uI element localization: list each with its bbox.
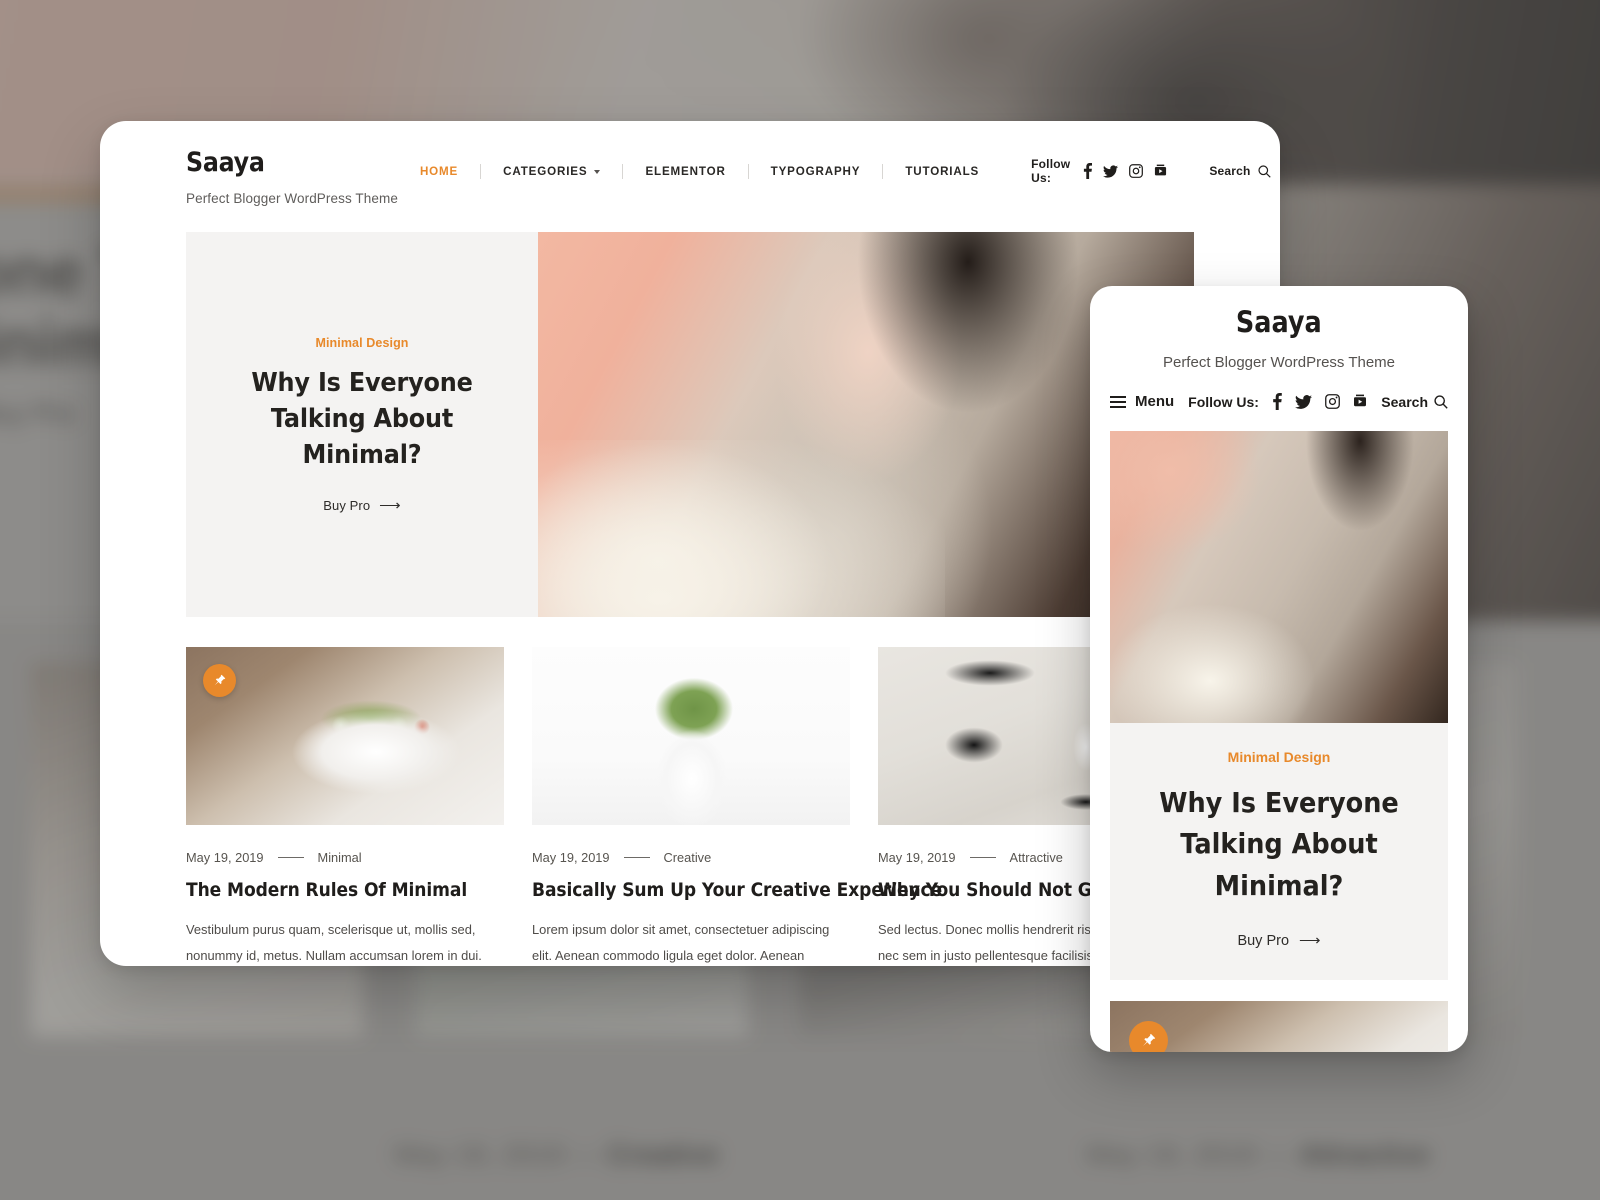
mobile-preview-window: Saaya Perfect Blogger WordPress Theme Me… <box>1090 286 1468 1052</box>
nav-item-categories[interactable]: CATEGORIES <box>481 165 622 178</box>
chevron-down-icon <box>594 170 601 174</box>
post-title[interactable]: Basically Sum Up Your Creative Experienc… <box>532 879 942 901</box>
youtube-icon[interactable] <box>1154 164 1167 178</box>
mobile-hero-title-line2: Minimal? <box>1214 869 1344 902</box>
mobile-buy-pro-button[interactable]: Buy Pro ⟶ <box>1237 933 1320 949</box>
site-header: Saaya Perfect Blogger WordPress Theme HO… <box>100 121 1280 206</box>
instagram-icon[interactable] <box>1129 164 1144 178</box>
hero-title[interactable]: Why Is Everyone Talking About Minimal? <box>224 366 500 474</box>
post-date: May 19, 2019 <box>186 850 264 865</box>
mobile-follow-block: Follow Us: <box>1188 393 1367 410</box>
post-grid: May 19, 2019 Minimal The Modern Rules Of… <box>186 647 1232 966</box>
screenshot-stage: yone T Minima Buy Pro May 19, 2019 — Cre… <box>0 0 1600 1200</box>
post-excerpt-line2: Aenean commodo ligula eget dolor. Aenean… <box>554 947 805 963</box>
mobile-site-logo[interactable]: Saaya <box>1236 308 1322 337</box>
twitter-icon[interactable] <box>1103 164 1119 178</box>
hero-category[interactable]: Minimal Design <box>315 336 408 350</box>
post-excerpt-line1: Vestibulum purus quam, scelerisque ut, m… <box>186 922 476 937</box>
nav-link-home[interactable]: HOME <box>398 165 480 178</box>
arrow-right-icon: ⟶ <box>379 496 401 514</box>
follow-us-block: Follow Us: <box>1031 157 1167 185</box>
search-icon <box>1257 164 1271 178</box>
brand-block[interactable]: Saaya Perfect Blogger WordPress Theme <box>186 149 398 206</box>
mobile-search-trigger[interactable]: Search <box>1381 394 1448 410</box>
post-card[interactable]: May 19, 2019 Minimal The Modern Rules Of… <box>186 647 504 966</box>
mobile-menu-label: Menu <box>1135 393 1175 410</box>
post-meta: May 19, 2019 Minimal <box>186 850 504 865</box>
search-icon <box>1434 394 1448 409</box>
post-category[interactable]: Minimal <box>318 850 362 865</box>
instagram-icon[interactable] <box>1325 394 1340 409</box>
post-title[interactable]: The Modern Rules Of Minimal <box>186 879 472 901</box>
nav-link-typography[interactable]: TYPOGRAPHY <box>749 165 883 178</box>
follow-us-label: Follow Us: <box>1031 157 1071 185</box>
search-label: Search <box>1209 164 1251 178</box>
arrow-right-icon: ⟶ <box>1299 932 1321 950</box>
meta-divider <box>277 857 304 858</box>
hero-text-panel: Minimal Design Why Is Everyone Talking A… <box>186 232 538 617</box>
nav-item-home[interactable]: HOME <box>398 165 480 178</box>
post-meta: May 19, 2019 Creative <box>532 850 850 865</box>
facebook-icon[interactable] <box>1272 393 1282 410</box>
mobile-buy-pro-label: Buy Pro <box>1237 932 1290 949</box>
post-excerpt: Vestibulum purus quam, scelerisque ut, m… <box>186 917 486 966</box>
nav-item-tutorials[interactable]: TUTORIALS <box>883 165 1001 178</box>
mobile-hero-title[interactable]: Why Is Everyone Talking About Minimal? <box>1139 783 1420 907</box>
mobile-follow-label: Follow Us: <box>1188 393 1259 410</box>
nav-menu: HOME CATEGORIES ELEMENTOR TYPOGRAPHY TUT… <box>398 163 1001 179</box>
hero-title-line2: Minimal? <box>302 439 422 470</box>
twitter-icon[interactable] <box>1294 394 1312 409</box>
post-image-plant[interactable] <box>532 647 850 825</box>
nav-link-tutorials[interactable]: TUTORIALS <box>883 165 1001 178</box>
mobile-hero-text-panel: Minimal Design Why Is Everyone Talking A… <box>1110 723 1448 980</box>
buy-pro-label: Buy Pro <box>323 497 371 513</box>
youtube-icon[interactable] <box>1353 394 1367 409</box>
mobile-hero-title-line1: Why Is Everyone Talking About <box>1159 787 1399 861</box>
hero-title-line1: Why Is Everyone Talking About <box>251 368 473 435</box>
post-category[interactable]: Attractive <box>1010 850 1063 865</box>
mobile-nav-bar: Menu Follow Us: Search <box>1090 393 1468 410</box>
post-card[interactable]: May 19, 2019 Creative Basically Sum Up Y… <box>532 647 942 966</box>
mobile-hero-category[interactable]: Minimal Design <box>1128 749 1430 765</box>
site-logo[interactable]: Saaya <box>186 149 373 176</box>
mobile-hero-image <box>1110 431 1448 723</box>
post-image-salad[interactable] <box>186 647 504 825</box>
buy-pro-button[interactable]: Buy Pro ⟶ <box>323 498 401 513</box>
mobile-header: Saaya Perfect Blogger WordPress Theme <box>1090 286 1468 372</box>
mobile-menu-button[interactable]: Menu <box>1110 393 1174 410</box>
mobile-search-label: Search <box>1381 393 1428 410</box>
nav-link-categories[interactable]: CATEGORIES <box>481 165 622 178</box>
nav-link-elementor[interactable]: ELEMENTOR <box>623 165 747 178</box>
nav-item-typography[interactable]: TYPOGRAPHY <box>749 165 883 178</box>
primary-navigation: HOME CATEGORIES ELEMENTOR TYPOGRAPHY TUT… <box>398 149 1271 185</box>
search-trigger[interactable]: Search <box>1209 164 1271 178</box>
facebook-icon[interactable] <box>1083 163 1093 179</box>
meta-divider <box>969 857 996 858</box>
hero-section: Minimal Design Why Is Everyone Talking A… <box>186 232 1194 617</box>
nav-item-elementor[interactable]: ELEMENTOR <box>623 165 747 178</box>
pin-icon <box>1129 1020 1168 1052</box>
pin-icon <box>203 664 236 697</box>
post-date: May 19, 2019 <box>532 850 610 865</box>
mobile-post-image-salad[interactable] <box>1110 1000 1448 1052</box>
post-excerpt-line2: sem in justo pellentesque facilisis. <box>902 947 1097 963</box>
post-date: May 19, 2019 <box>878 850 956 865</box>
post-category[interactable]: Creative <box>664 850 712 865</box>
post-excerpt: Lorem ipsum dolor sit amet, consectetuer… <box>532 917 832 966</box>
meta-divider <box>623 857 650 858</box>
hamburger-icon <box>1110 395 1126 408</box>
mobile-site-tagline: Perfect Blogger WordPress Theme <box>1162 354 1396 371</box>
nav-link-categories-label: CATEGORIES <box>503 164 588 178</box>
site-tagline: Perfect Blogger WordPress Theme <box>186 191 398 206</box>
post-excerpt-line2: nonummy id, metus. Nullam accumsan lorem… <box>186 947 482 963</box>
